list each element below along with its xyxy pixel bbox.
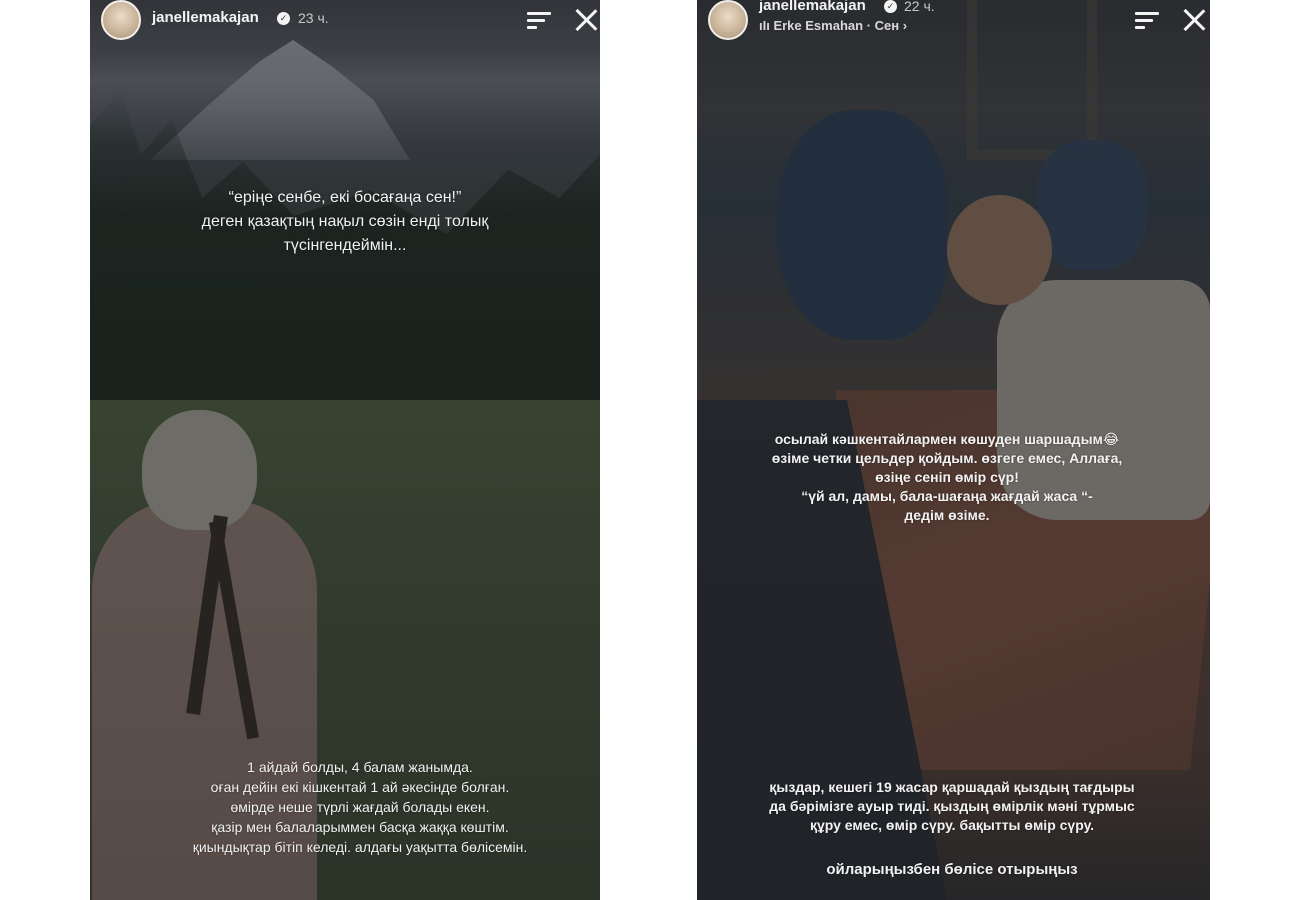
story-header: janellemakajan ✓ 23 ч. <box>90 0 600 44</box>
username[interactable]: janellemakajan <box>152 9 259 26</box>
close-icon[interactable] <box>1180 6 1208 34</box>
menu-icon[interactable] <box>1135 10 1161 30</box>
avatar[interactable] <box>708 0 748 40</box>
username[interactable]: janellemakajan <box>759 0 866 14</box>
verified-badge-icon: ✓ <box>277 12 290 25</box>
story-right[interactable]: janellemakajan ✓ 22 ч. ıIı Erke Esmahan … <box>697 0 1210 900</box>
reply-prompt[interactable]: ойларыңызбен бөлісе отырыңыз <box>737 860 1167 880</box>
story-left[interactable]: janellemakajan ✓ 23 ч. “еріңе сенбе, екі… <box>90 0 600 900</box>
time-ago: 23 ч. <box>298 10 329 26</box>
music-icon: ıIı <box>759 18 774 33</box>
story-caption-text: 1 айдай болды, 4 балам жанымда. оған дей… <box>192 759 528 855</box>
avatar[interactable] <box>101 0 141 40</box>
music-label: Erke Esmahan · Сен › <box>773 18 908 33</box>
story-middle-text: осылай кәшкентайлармен көшуден шаршадым😂… <box>771 431 1123 523</box>
music-label-row[interactable]: ıIı Erke Esmahan · Сен › <box>759 18 907 33</box>
story-caption-text: қыздар, кешегі 19 жасар қаршадай қыздың … <box>769 779 1135 833</box>
verified-badge-icon: ✓ <box>884 0 897 13</box>
menu-icon[interactable] <box>527 10 553 30</box>
close-icon[interactable] <box>572 6 600 34</box>
time-ago: 22 ч. <box>904 0 935 14</box>
story-header: janellemakajan ✓ 22 ч. ıIı Erke Esmahan … <box>697 0 1210 44</box>
story-quote-text: “еріңе сенбе, екі босағаңа сен!” деген қ… <box>201 189 489 254</box>
